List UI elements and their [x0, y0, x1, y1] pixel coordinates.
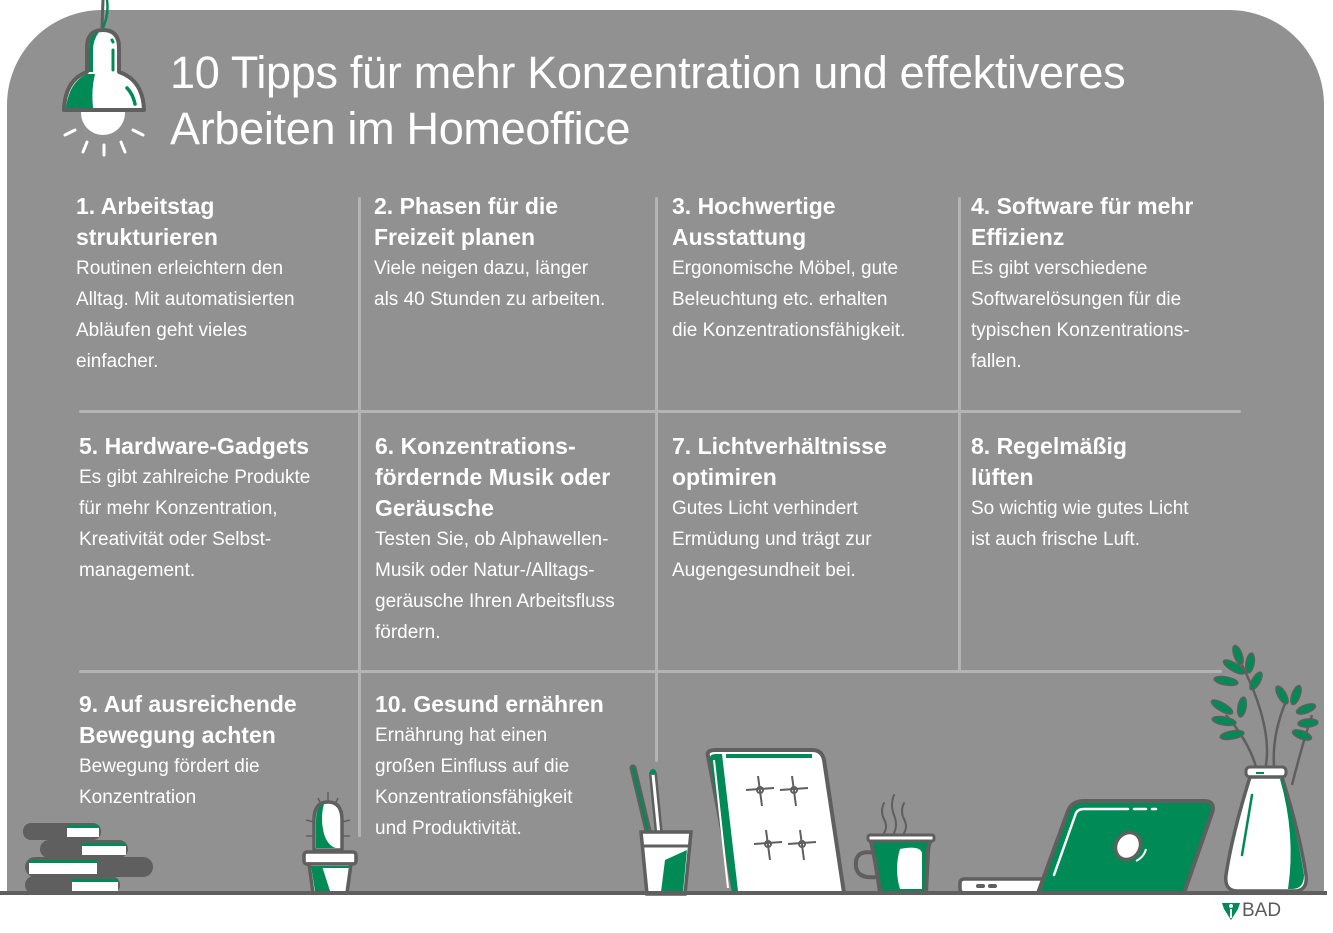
tip-body: Es gibt verschiedene Softwarelösungen für…	[971, 258, 1190, 372]
tip-heading: 4. Software für mehr Effizienz	[971, 193, 1194, 250]
tip-body: Viele neigen dazu, länger als 40 Stunden …	[374, 258, 606, 310]
tip-heading: 10. Gesund ernähren	[375, 691, 604, 717]
title-line-1: 10 Tipps für mehr Konzentration und effe…	[170, 47, 1126, 98]
shelf-line	[0, 891, 1327, 895]
tip-1: 1. Arbeitstag strukturieren Routinen erle…	[76, 191, 341, 377]
plant-vase-icon	[1210, 644, 1319, 893]
tip-heading: 7. Lichtverhältnisse optimiren	[672, 433, 887, 490]
tip-10: 10. Gesund ernähren Ernährung hat einen g…	[375, 689, 640, 844]
laptop-icon	[958, 799, 1215, 895]
tip-3: 3. Hochwertige Ausstattung Ergonomische M…	[672, 191, 937, 346]
grid-divider-col-1	[358, 197, 361, 837]
tip-body: Ergonomische Möbel, gute Beleuchtung etc.…	[672, 258, 906, 341]
grid-divider-row-1	[79, 410, 1241, 413]
grid-divider-col-2	[655, 197, 658, 762]
tip-2: 2. Phasen für die Freizeit planen Viele n…	[374, 191, 639, 315]
tip-body: Routinen erleichtern den Alltag. Mit auto…	[76, 258, 295, 372]
tip-body: So wichtig wie gutes Licht ist auch frisc…	[971, 498, 1189, 550]
grid-divider-col-3	[958, 197, 961, 671]
tip-body: Ernährung hat einen großen Einfluss auf d…	[375, 725, 573, 839]
pencil-cup-icon	[629, 764, 693, 896]
lamp-icon	[62, 0, 146, 157]
tip-heading: 5. Hardware-Gadgets	[79, 433, 310, 459]
tip-heading: 8. Regelmäßig lüften	[971, 433, 1127, 490]
tip-body: Gutes Licht verhindert Ermüdung und trägt…	[672, 498, 872, 581]
tip-5: 5. Hardware-Gadgets Es gibt zahlreiche P…	[79, 431, 344, 586]
tip-heading: 6. Konzentrations-fördernde Musik oder Ge…	[375, 433, 611, 521]
tip-heading: 1. Arbeitstag strukturieren	[76, 193, 218, 250]
coffee-mug-icon	[853, 794, 936, 895]
logo-text: BAD	[1242, 900, 1282, 921]
tip-8: 8. Regelmäßig lüften So wichtig wie gutes…	[971, 431, 1236, 555]
cactus-icon	[302, 792, 358, 895]
title-line-2: Arbeiten im Homeoffice	[170, 103, 631, 154]
page-title: 10 Tipps für mehr Konzentration und effe…	[170, 45, 1126, 157]
bad-logo: BAD	[1222, 900, 1281, 922]
tip-heading: 2. Phasen für die Freizeit planen	[374, 193, 559, 250]
tip-4: 4. Software für mehr Effizienz Es gibt ve…	[971, 191, 1236, 377]
tip-7: 7. Lichtverhältnisse optimiren Gutes Lich…	[672, 431, 937, 586]
notebook-icon	[705, 748, 846, 895]
tip-heading: 9. Auf ausreichende Bewegung achten	[79, 691, 297, 748]
tip-6: 6. Konzentrations-fördernde Musik oder Ge…	[375, 431, 640, 648]
bad-shield-icon	[1222, 903, 1240, 920]
tip-body: Es gibt zahlreiche Produkte für mehr Konz…	[79, 467, 311, 581]
tip-body: Testen Sie, ob Alphawellen- Musik oder Na…	[375, 529, 615, 643]
tip-heading: 3. Hochwertige Ausstattung	[672, 193, 836, 250]
grid-divider-row-2	[79, 670, 1222, 673]
books-icon	[23, 823, 153, 894]
